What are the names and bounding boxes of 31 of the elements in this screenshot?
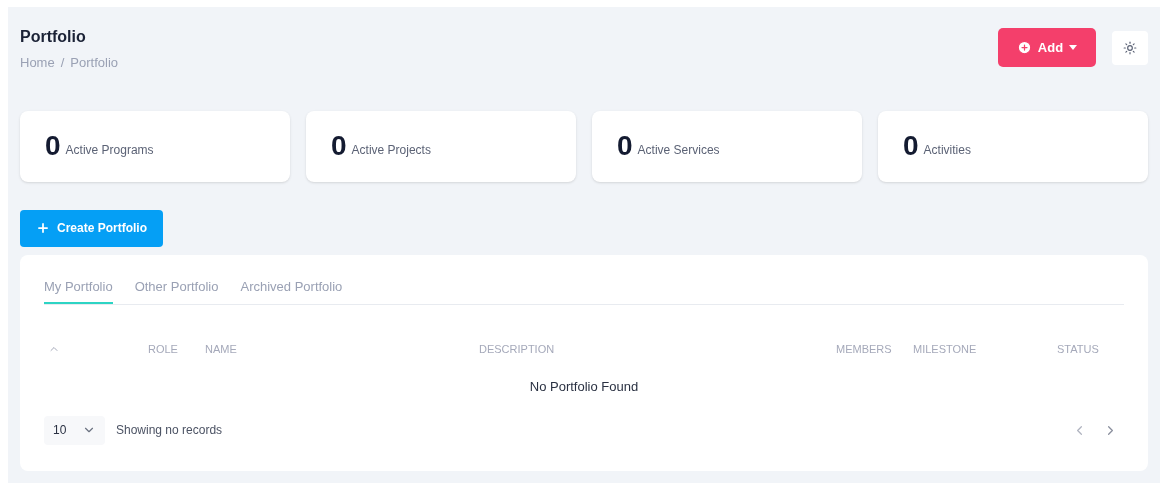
column-header: STATUS	[1057, 343, 1099, 355]
column-header: MILESTONE	[913, 343, 977, 355]
stat-value: 0	[903, 129, 919, 163]
stat-label: Active Programs	[65, 142, 154, 159]
breadcrumb-item[interactable]: Home	[20, 53, 55, 73]
column-header: DESCRIPTION	[479, 343, 555, 355]
page-title: Portfolio	[20, 27, 87, 47]
stat-value: 0	[617, 129, 633, 163]
stat-label: Active Projects	[351, 142, 431, 159]
tab[interactable]: My Portfolio	[44, 276, 113, 304]
column-header: ROLE	[148, 343, 178, 355]
record-info: Showing no records	[116, 422, 223, 439]
stat-label: Activities	[923, 142, 971, 159]
stat-value: 0	[45, 129, 61, 163]
column-header: NAME	[205, 343, 237, 355]
create-portfolio-button[interactable]: Create Portfolio	[20, 209, 163, 247]
sun-icon	[1123, 40, 1137, 55]
add-button[interactable]: Add	[998, 28, 1096, 67]
stat-value: 0	[331, 129, 347, 163]
plus-circle-icon	[1016, 40, 1032, 55]
tab[interactable]: Other Portfolio	[134, 276, 219, 304]
empty-message: No Portfolio Found	[529, 378, 639, 394]
breadcrumb-separator: /	[60, 54, 65, 72]
theme-toggle-button[interactable]	[1112, 30, 1148, 65]
page-size-select[interactable]: 10	[44, 415, 105, 445]
tab[interactable]: Archived Portfolio	[240, 276, 343, 304]
column-header: MEMBERS	[836, 343, 892, 355]
caret-icon	[1069, 45, 1078, 50]
stat-label: Active Services	[637, 142, 720, 159]
plus-icon	[36, 221, 50, 235]
breadcrumb-item[interactable]: Portfolio	[70, 53, 118, 73]
